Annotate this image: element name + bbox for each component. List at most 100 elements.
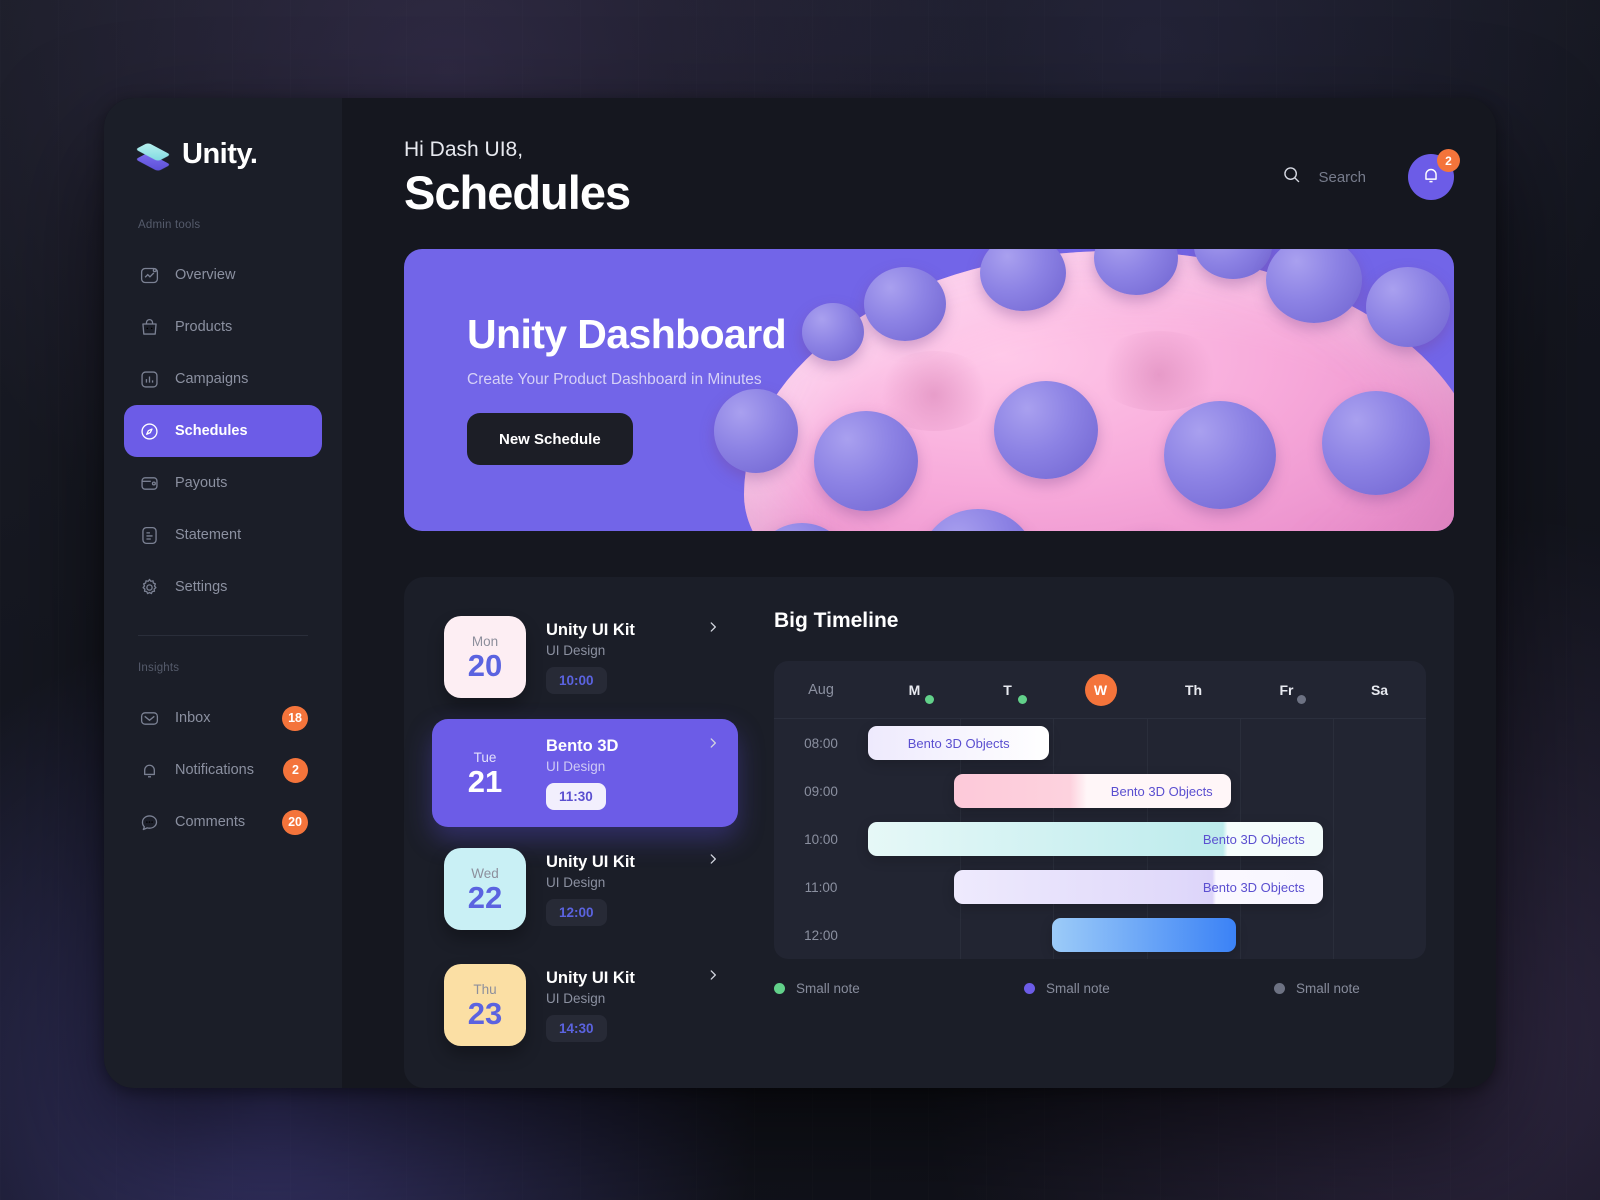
sidebar-item-inbox[interactable]: Inbox 18 xyxy=(124,692,322,744)
schedule-card[interactable]: Mon 20 Unity UI Kit UI Design 10:00 xyxy=(432,603,738,711)
date-tile: Tue 21 xyxy=(444,732,526,814)
bar-chart-icon xyxy=(138,368,160,390)
timeline-row: 09:00 Bento 3D Objects xyxy=(774,767,1426,815)
timeline-hour-label: 11:00 xyxy=(804,879,838,895)
day-label: Th xyxy=(1184,681,1203,698)
schedule-subtitle: UI Design xyxy=(546,758,606,774)
big-timeline: Big Timeline Aug M T W Th Fr Sa 08:00 Be… xyxy=(756,603,1426,1064)
date-tile-dow: Thu xyxy=(473,981,497,997)
day-status-dot xyxy=(1018,694,1027,704)
timeline-card: Aug M T W Th Fr Sa 08:00 Bento 3D Object… xyxy=(774,661,1426,960)
timeline-day-m[interactable]: M xyxy=(868,681,961,704)
legend-label: Small note xyxy=(1296,981,1360,997)
timeline-day-th[interactable]: Th xyxy=(1147,682,1240,698)
schedule-subtitle: UI Design xyxy=(546,874,606,890)
chart-frame-icon xyxy=(138,264,160,286)
sidebar-item-comments[interactable]: Comments 20 xyxy=(124,796,322,848)
sidebar-item-settings[interactable]: Settings xyxy=(124,561,322,613)
legend-label: Small note xyxy=(796,981,860,997)
notification-button-wrap: 2 xyxy=(1408,149,1460,200)
sidebar-item-overview[interactable]: Overview xyxy=(124,249,322,301)
sidebar-item-label: Comments xyxy=(175,814,246,830)
inbox-badge: 18 xyxy=(282,705,308,731)
date-tile-dow: Mon xyxy=(471,633,499,649)
timeline-event-bar[interactable]: Bento 3D Objects xyxy=(868,822,1323,857)
timeline-event-label: Bento 3D Objects xyxy=(1202,879,1305,895)
layers-icon xyxy=(135,139,171,171)
sidebar-item-payouts[interactable]: Payouts xyxy=(124,457,322,509)
schedule-card-body: Unity UI Kit UI Design 12:00 xyxy=(546,853,684,926)
date-tile: Mon 20 xyxy=(444,616,526,699)
day-label: M xyxy=(908,681,921,698)
hero-subtitle: Create Your Product Dashboard in Minutes xyxy=(467,371,762,389)
timeline-row: 12:00 xyxy=(774,911,1426,959)
chevron-right-icon[interactable] xyxy=(704,736,722,750)
sidebar-divider xyxy=(138,635,308,636)
schedule-time-chip: 14:30 xyxy=(546,1014,607,1042)
timeline-day-t[interactable]: T xyxy=(961,682,1054,704)
timeline-legend: Small note Small note Small note xyxy=(774,981,1426,996)
search-input[interactable]: Search xyxy=(1281,164,1366,190)
page-heading: Hi Dash UI8, Schedules xyxy=(404,138,631,217)
timeline-day-fr[interactable]: Fr xyxy=(1240,681,1333,704)
chevron-right-icon[interactable] xyxy=(704,620,722,634)
schedule-time-chip: 10:00 xyxy=(546,666,607,694)
timeline-row: 11:00 Bento 3D Objects xyxy=(774,863,1426,911)
timeline-event-bar[interactable]: Bento 3D Objects xyxy=(868,726,1050,761)
sidebar-section-insights-label: Insights xyxy=(138,662,180,674)
timeline-hour-label: 08:00 xyxy=(804,735,838,751)
sidebar-item-label: Overview xyxy=(175,267,236,283)
legend-item: Small note xyxy=(1024,981,1274,996)
legend-item: Small note xyxy=(1274,981,1360,996)
envelope-icon xyxy=(138,707,160,729)
timeline-track xyxy=(868,911,1426,959)
timeline-event-label: Bento 3D Objects xyxy=(907,735,1010,751)
sidebar-item-statement[interactable]: Statement xyxy=(124,509,322,561)
schedule-card[interactable]: Thu 23 Unity UI Kit UI Design 14:30 xyxy=(432,951,738,1059)
sidebar-item-products[interactable]: Products xyxy=(124,301,322,353)
app-window: Unity. Admin tools Overview Products Cam… xyxy=(104,98,1496,1088)
document-icon xyxy=(138,524,160,546)
chevron-right-icon[interactable] xyxy=(704,968,722,982)
sidebar-insights-nav: Inbox 18 Notifications 2 Comments 20 xyxy=(104,692,342,848)
timeline-track: Bento 3D Objects xyxy=(868,767,1426,815)
timeline-title: Big Timeline xyxy=(774,609,899,633)
timeline-row: 10:00 Bento 3D Objects xyxy=(774,815,1426,863)
schedule-card-body: Unity UI Kit UI Design 10:00 xyxy=(546,621,684,694)
topbar: Hi Dash UI8, Schedules Search 2 xyxy=(404,138,1460,217)
timeline-event-bar[interactable]: Bento 3D Objects xyxy=(954,774,1231,809)
timeline-event-bar[interactable] xyxy=(1052,918,1237,953)
timeline-day-sa[interactable]: Sa xyxy=(1333,682,1426,698)
date-tile-dow: Tue xyxy=(473,749,497,765)
sidebar-item-schedules[interactable]: Schedules xyxy=(124,405,322,457)
schedule-card[interactable]: Wed 22 Unity UI Kit UI Design 12:00 xyxy=(432,835,738,943)
bell-icon xyxy=(138,759,160,781)
hero-banner: Unity Dashboard Create Your Product Dash… xyxy=(404,249,1454,532)
chevron-right-icon[interactable] xyxy=(704,852,722,866)
notifications-badge: 2 xyxy=(283,757,308,783)
date-tile-dow: Wed xyxy=(471,865,499,881)
timeline-day-header: Aug M T W Th Fr Sa xyxy=(774,661,1426,720)
timeline-track: Bento 3D Objects xyxy=(868,719,1426,767)
sidebar-item-notifications[interactable]: Notifications 2 xyxy=(124,744,322,796)
new-schedule-button[interactable]: New Schedule xyxy=(467,413,633,466)
comments-badge: 20 xyxy=(282,809,308,835)
timeline-month: Aug xyxy=(808,681,834,698)
hero-copy: Unity Dashboard Create Your Product Dash… xyxy=(404,249,1454,466)
gear-icon xyxy=(138,576,160,598)
legend-item: Small note xyxy=(774,981,1024,996)
schedule-title: Unity UI Kit xyxy=(546,852,635,871)
legend-dot-icon xyxy=(774,983,785,995)
day-status-dot xyxy=(925,694,934,704)
day-label: Fr xyxy=(1279,681,1294,698)
timeline-day-w[interactable]: W xyxy=(1054,673,1147,706)
chat-icon xyxy=(138,811,160,833)
compass-icon xyxy=(138,420,160,442)
timeline-hour-label: 10:00 xyxy=(804,831,838,847)
timeline-event-bar[interactable]: Bento 3D Objects xyxy=(954,870,1323,905)
brand-name: Unity. xyxy=(182,138,258,170)
sidebar-item-campaigns[interactable]: Campaigns xyxy=(124,353,322,405)
schedule-card[interactable]: Tue 21 Bento 3D UI Design 11:30 xyxy=(432,719,738,828)
search-icon xyxy=(1281,164,1302,190)
day-label-today: W xyxy=(1084,673,1117,706)
